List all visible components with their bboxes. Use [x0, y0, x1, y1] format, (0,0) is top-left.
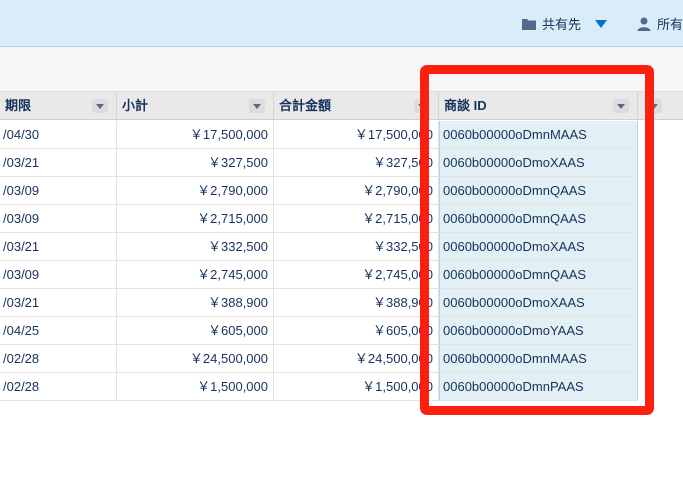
- close-date-cell[interactable]: /03/09: [0, 177, 117, 205]
- total-cell[interactable]: ￥1,500,000: [274, 373, 439, 401]
- opportunity-id-cell[interactable]: 0060b00000oDmnQAAS: [439, 177, 638, 205]
- table-row[interactable]: /02/28 ￥24,500,000 ￥24,500,000 0060b00000oD…: [0, 345, 683, 373]
- opportunity-id-cell[interactable]: 0060b00000oDmnPAAS: [439, 373, 638, 401]
- table-row[interactable]: /03/21 ￥332,500 ￥332,500 0060b00000oDmoXAAS: [0, 233, 683, 261]
- close-date-cell[interactable]: /03/09: [0, 205, 117, 233]
- total-cell[interactable]: ￥332,500: [274, 233, 439, 261]
- chevron-down-icon[interactable]: [249, 99, 265, 113]
- owner-label: 所有: [657, 17, 683, 32]
- subtotal-cell[interactable]: ￥2,790,000: [117, 177, 274, 205]
- opportunity-id-cell[interactable]: 0060b00000oDmoXAAS: [439, 289, 638, 317]
- table-row[interactable]: /04/25 ￥605,000 ￥605,000 0060b00000oDmoYAAS: [0, 317, 683, 345]
- table-row[interactable]: /03/21 ￥327,500 ￥327,500 0060b00000oDmoXAAS: [0, 149, 683, 177]
- close-date-cell[interactable]: /03/21: [0, 233, 117, 261]
- opportunity-id-cell[interactable]: 0060b00000oDmnMAAS: [439, 345, 638, 373]
- subtotal-cell[interactable]: ￥605,000: [117, 317, 274, 345]
- subtotal-cell[interactable]: ￥2,745,000: [117, 261, 274, 289]
- close-date-cell[interactable]: /03/09: [0, 261, 117, 289]
- column-header-label: 小計: [122, 98, 149, 113]
- subtotal-cell[interactable]: ￥24,500,000: [117, 345, 274, 373]
- column-header-label: 期限: [5, 98, 32, 113]
- table-row[interactable]: /02/28 ￥1,500,000 ￥1,500,000 0060b00000oDmn…: [0, 373, 683, 401]
- total-cell[interactable]: ￥2,745,000: [274, 261, 439, 289]
- column-header-label: 商談 ID: [444, 98, 487, 113]
- chevron-down-icon[interactable]: [595, 19, 608, 28]
- close-date-cell[interactable]: /04/30: [0, 121, 117, 149]
- opportunity-id-cell[interactable]: 0060b00000oDmnMAAS: [439, 121, 638, 149]
- folder-icon: [522, 18, 536, 30]
- total-cell[interactable]: ￥388,900: [274, 289, 439, 317]
- column-header-label: 合計金額: [279, 98, 332, 113]
- opportunity-id-cell[interactable]: 0060b00000oDmnQAAS: [439, 261, 638, 289]
- total-cell[interactable]: ￥17,500,000: [274, 121, 439, 149]
- close-date-cell[interactable]: /03/21: [0, 149, 117, 177]
- chevron-down-icon[interactable]: [613, 99, 629, 113]
- user-icon: [637, 17, 651, 31]
- column-header-opportunity-id[interactable]: 商談 ID: [439, 92, 638, 120]
- close-date-cell[interactable]: /02/28: [0, 373, 117, 401]
- share-label: 共有先: [542, 17, 582, 32]
- subtotal-cell[interactable]: ￥2,715,000: [117, 205, 274, 233]
- opportunity-id-cell[interactable]: 0060b00000oDmoYAAS: [439, 317, 638, 345]
- column-header-subtotal[interactable]: 小計: [117, 92, 274, 120]
- chevron-down-icon[interactable]: [646, 99, 662, 113]
- subtotal-cell[interactable]: ￥332,500: [117, 233, 274, 261]
- opportunity-id-cell[interactable]: 0060b00000oDmoXAAS: [439, 149, 638, 177]
- subtotal-cell[interactable]: ￥327,500: [117, 149, 274, 177]
- table-row[interactable]: /03/21 ￥388,900 ￥388,900 0060b00000oDmoXAAS: [0, 289, 683, 317]
- opportunity-id-cell[interactable]: 0060b00000oDmnQAAS: [439, 205, 638, 233]
- share-menu[interactable]: 共有先: [521, 14, 608, 33]
- subtotal-cell[interactable]: ￥388,900: [117, 289, 274, 317]
- table-row[interactable]: /03/09 ￥2,715,000 ￥2,715,000 0060b00000oDmn…: [0, 205, 683, 233]
- close-date-cell[interactable]: /04/25: [0, 317, 117, 345]
- subtotal-cell[interactable]: ￥1,500,000: [117, 373, 274, 401]
- total-cell[interactable]: ￥605,000: [274, 317, 439, 345]
- opportunity-id-cell[interactable]: 0060b00000oDmoXAAS: [439, 233, 638, 261]
- table-row[interactable]: /03/09 ￥2,790,000 ￥2,790,000 0060b00000oDmn…: [0, 177, 683, 205]
- chevron-down-icon[interactable]: [414, 99, 430, 113]
- column-header-close-date[interactable]: 期限: [0, 92, 117, 120]
- table-row[interactable]: /03/09 ￥2,745,000 ￥2,745,000 0060b00000oDmn…: [0, 261, 683, 289]
- owner-menu[interactable]: 所有: [636, 14, 683, 33]
- column-header-next[interactable]: [638, 92, 683, 120]
- total-cell[interactable]: ￥2,790,000: [274, 177, 439, 205]
- close-date-cell[interactable]: /02/28: [0, 345, 117, 373]
- toolbar: [0, 47, 683, 92]
- total-cell[interactable]: ￥327,500: [274, 149, 439, 177]
- table-row[interactable]: /04/30 ￥17,500,000 ￥17,500,000 0060b00000oD…: [0, 121, 683, 149]
- top-bar: 共有先 所有: [0, 0, 683, 47]
- close-date-cell[interactable]: /03/21: [0, 289, 117, 317]
- total-cell[interactable]: ￥24,500,000: [274, 345, 439, 373]
- chevron-down-icon[interactable]: [92, 99, 108, 113]
- total-cell[interactable]: ￥2,715,000: [274, 205, 439, 233]
- subtotal-cell[interactable]: ￥17,500,000: [117, 121, 274, 149]
- column-header-total[interactable]: 合計金額: [274, 92, 439, 120]
